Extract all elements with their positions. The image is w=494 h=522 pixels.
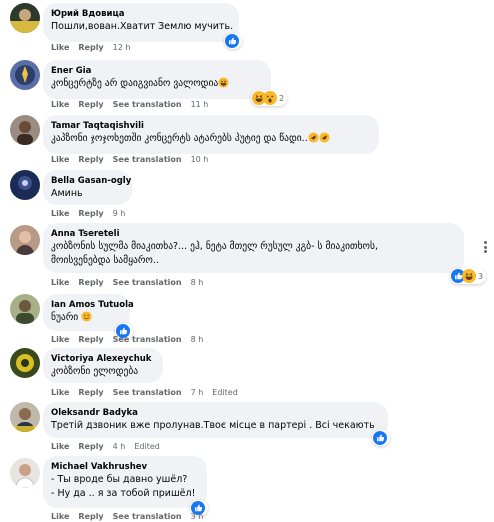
- comment-bubble: Ener Gia კონცერტზე არ დაიგვიანო ვალოდია: [43, 60, 271, 99]
- comment-author[interactable]: Oleksandr Badyka: [51, 407, 380, 419]
- reply-button[interactable]: Reply: [78, 335, 103, 344]
- avatar[interactable]: [10, 3, 40, 33]
- reaction-summary[interactable]: 2: [251, 90, 288, 106]
- comment-actions: Like Reply 9 h: [51, 208, 134, 219]
- avatar[interactable]: [10, 294, 40, 324]
- reaction-summary[interactable]: 3: [450, 268, 487, 284]
- comment-author[interactable]: Юрий Вдовица: [51, 8, 231, 20]
- comment-timestamp[interactable]: 12 h: [113, 43, 131, 52]
- comment-text: Пошли,вован.Хватит Землю мучить.: [51, 21, 234, 32]
- smile-emoji-icon: [81, 311, 92, 322]
- comment-text: კაპზონი ჯოჯოხეთში კონცერტს ატარებს პუტიე…: [51, 132, 371, 146]
- comment-bubble: Victoriya Alexeychuk კობზონი ელოდება: [43, 348, 163, 383]
- comment-timestamp[interactable]: 10 h: [191, 155, 209, 164]
- like-button[interactable]: Like: [51, 442, 69, 451]
- comment-text: კონცერტზე არ დაიგვიანო ვალოდია: [51, 77, 263, 91]
- avatar[interactable]: [10, 348, 40, 378]
- reply-button[interactable]: Reply: [78, 43, 103, 52]
- like-button[interactable]: Like: [51, 512, 69, 521]
- like-button[interactable]: Like: [51, 100, 69, 109]
- comment-text: Третій дзвоник вже пролунав.Твоє місце в…: [51, 420, 375, 431]
- wow-reaction-icon: [263, 91, 277, 105]
- comment-text: კობზონი ელოდება: [51, 366, 139, 377]
- see-translation-button[interactable]: See translation: [113, 278, 182, 287]
- comment-timestamp[interactable]: 8 h: [191, 278, 204, 287]
- avatar[interactable]: [10, 402, 40, 432]
- haha-reaction-icon: [462, 269, 476, 283]
- comment-timestamp[interactable]: 3 h: [191, 512, 204, 521]
- comment-timestamp[interactable]: 4 h: [113, 442, 126, 451]
- like-button[interactable]: Like: [51, 335, 69, 344]
- see-translation-button[interactable]: See translation: [113, 388, 182, 397]
- comment-author[interactable]: Bella Gasan-ogly: [51, 175, 131, 187]
- reply-button[interactable]: Reply: [78, 155, 103, 164]
- see-translation-button[interactable]: See translation: [113, 335, 182, 344]
- reaction-count: 2: [279, 93, 285, 103]
- like-button[interactable]: Like: [51, 209, 69, 218]
- comment-actions: Like Reply See translation 7 h Edited: [51, 387, 247, 398]
- reaction-count: 3: [478, 271, 484, 281]
- reply-button[interactable]: Reply: [78, 100, 103, 109]
- comment-text-line: - Ну да .. я за тобой пришёл!: [51, 488, 196, 499]
- comment-timestamp[interactable]: 9 h: [113, 209, 126, 218]
- comment-bubble: Michael Vakhrushev - Ты вроде бы давно у…: [43, 456, 207, 508]
- comment-timestamp[interactable]: 7 h: [191, 388, 204, 397]
- comment-text: Аминь: [51, 188, 83, 199]
- avatar[interactable]: [10, 225, 40, 255]
- reply-button[interactable]: Reply: [78, 388, 103, 397]
- reaction-summary[interactable]: [372, 430, 390, 446]
- laughing-emoji-icon: [218, 77, 229, 88]
- reply-button[interactable]: Reply: [78, 442, 103, 451]
- comment-text-line: მოისვენებდა სამყარო..: [51, 255, 159, 266]
- see-translation-button[interactable]: See translation: [113, 512, 182, 521]
- comment-author[interactable]: Ener Gia: [51, 65, 263, 77]
- like-button[interactable]: Like: [51, 388, 69, 397]
- rofl-emoji-icon: [308, 132, 319, 143]
- comment-actions: Like Reply See translation 10 h: [51, 154, 217, 165]
- like-reaction-icon: [373, 431, 387, 445]
- comment-author[interactable]: Victoriya Alexeychuk: [51, 353, 155, 365]
- comment-actions: Like Reply See translation 8 h: [51, 334, 212, 345]
- comment-timestamp[interactable]: 11 h: [191, 100, 209, 109]
- comment-timestamp[interactable]: 8 h: [191, 335, 204, 344]
- reply-button[interactable]: Reply: [78, 278, 103, 287]
- comment-author[interactable]: Ian Amos Tutuola: [51, 299, 134, 311]
- like-button[interactable]: Like: [51, 155, 69, 164]
- comment-author[interactable]: Michael Vakhrushev: [51, 461, 199, 473]
- comment-actions: Like Reply 4 h Edited: [51, 441, 169, 452]
- comment-text-line: კობზონის სულმა მიაკითხა?... ეჰ, ნეტა მთე…: [51, 241, 379, 252]
- comment-bubble: Юрий Вдовица Пошли,вован.Хватит Землю му…: [43, 3, 239, 42]
- avatar[interactable]: [10, 60, 40, 90]
- comment-author[interactable]: Tamar Taqtaqishvili: [51, 120, 371, 132]
- see-translation-button[interactable]: See translation: [113, 155, 182, 164]
- like-reaction-icon: [225, 34, 239, 48]
- comment-text-line: - Ты вроде бы давно ушёл?: [51, 474, 188, 485]
- reply-button[interactable]: Reply: [78, 512, 103, 521]
- comment-text-line: კაპზონი ჯოჯოხეთში კონცერტს ატარებს პუტიე…: [51, 133, 308, 144]
- rofl-emoji-icon: [319, 132, 330, 143]
- like-button[interactable]: Like: [51, 278, 69, 287]
- comment-actions: Like Reply See translation 3 h: [51, 511, 212, 522]
- comment-text-line: ნუარი: [51, 312, 79, 323]
- edited-label[interactable]: Edited: [212, 388, 238, 397]
- comment-bubble: Bella Gasan-ogly Аминь: [43, 170, 132, 205]
- comment-actions: Like Reply See translation 11 h: [51, 99, 217, 110]
- comment-actions: Like Reply 12 h: [51, 42, 139, 53]
- comment-text-line: კონცერტზე არ დაიგვიანო ვალოდია: [51, 78, 219, 89]
- reaction-summary[interactable]: [224, 33, 242, 49]
- more-options-icon[interactable]: [479, 239, 491, 255]
- comment-author[interactable]: Anna Tsereteli: [51, 228, 456, 240]
- comment-bubble: Oleksandr Badyka Третій дзвоник вже прол…: [43, 402, 388, 438]
- comment-actions: Like Reply See translation 8 h: [51, 277, 212, 288]
- see-translation-button[interactable]: See translation: [113, 100, 182, 109]
- like-button[interactable]: Like: [51, 43, 69, 52]
- comment-bubble: Tamar Taqtaqishvili კაპზონი ჯოჯოხეთში კო…: [43, 115, 379, 154]
- comment-bubble: Anna Tsereteli კობზონის სულმა მიაკითხა?.…: [43, 223, 464, 273]
- avatar[interactable]: [10, 170, 40, 200]
- edited-label[interactable]: Edited: [134, 442, 160, 451]
- avatar[interactable]: [10, 115, 40, 145]
- comment-text: ნუარი: [51, 311, 122, 325]
- reply-button[interactable]: Reply: [78, 209, 103, 218]
- avatar[interactable]: [10, 458, 40, 488]
